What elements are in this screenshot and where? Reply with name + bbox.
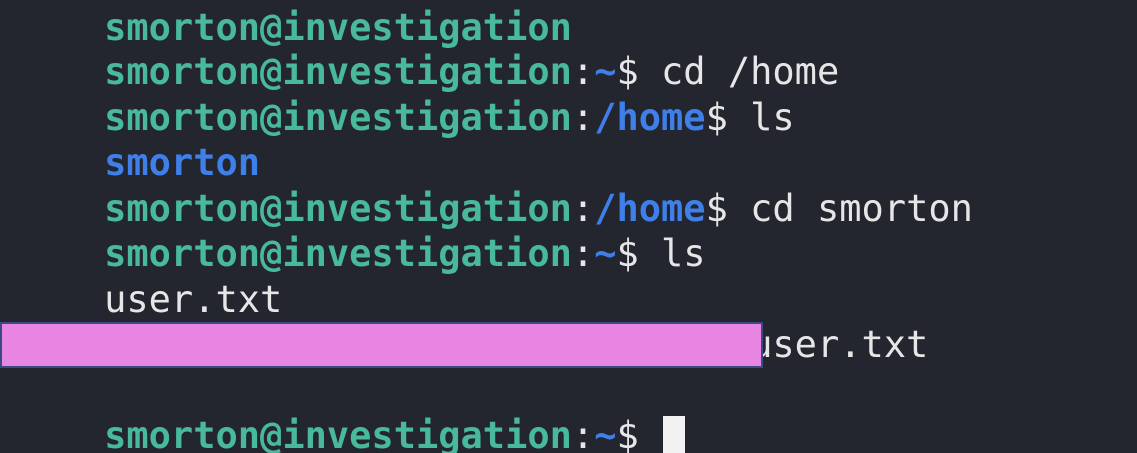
- prompt-colon: :: [571, 232, 595, 275]
- terminal-line: smorton@investigation:~$ ls: [15, 188, 705, 275]
- command-input[interactable]: [639, 414, 661, 453]
- prompt-dollar: $: [616, 232, 639, 275]
- prompt-path: ~: [594, 414, 617, 453]
- prompt-user-host: smorton@investigation: [104, 414, 572, 453]
- terminal-output-line: user.txt: [15, 234, 282, 321]
- terminal-window[interactable]: smorton@investigation smorton@investigat…: [0, 0, 1137, 453]
- redacted-output-block: [0, 322, 763, 368]
- prompt-dollar: $: [705, 96, 728, 139]
- prompt-colon: :: [571, 414, 595, 453]
- terminal-output-line: smorton: [15, 97, 260, 184]
- prompt-path: /home: [594, 96, 706, 139]
- command-text: ls: [638, 232, 706, 275]
- terminal-line: smorton@investigation:/home$ cd smorton: [15, 143, 973, 230]
- command-text: ls: [727, 96, 795, 139]
- terminal-current-line[interactable]: smorton@investigation:~$: [15, 370, 686, 453]
- terminal-line: smorton@investigation:~$ cd /home: [15, 6, 839, 93]
- terminal-line: smorton@investigation:~$ cat user.txt: [15, 279, 928, 366]
- prompt-dollar: $: [616, 414, 639, 453]
- prompt-dollar: $: [705, 187, 728, 230]
- terminal-line: smorton@investigation:/home$ ls: [15, 52, 795, 139]
- prompt-colon: :: [571, 96, 595, 139]
- prompt-path: ~: [594, 232, 617, 275]
- text-cursor: [663, 415, 686, 453]
- command-text: cd smorton: [727, 187, 973, 230]
